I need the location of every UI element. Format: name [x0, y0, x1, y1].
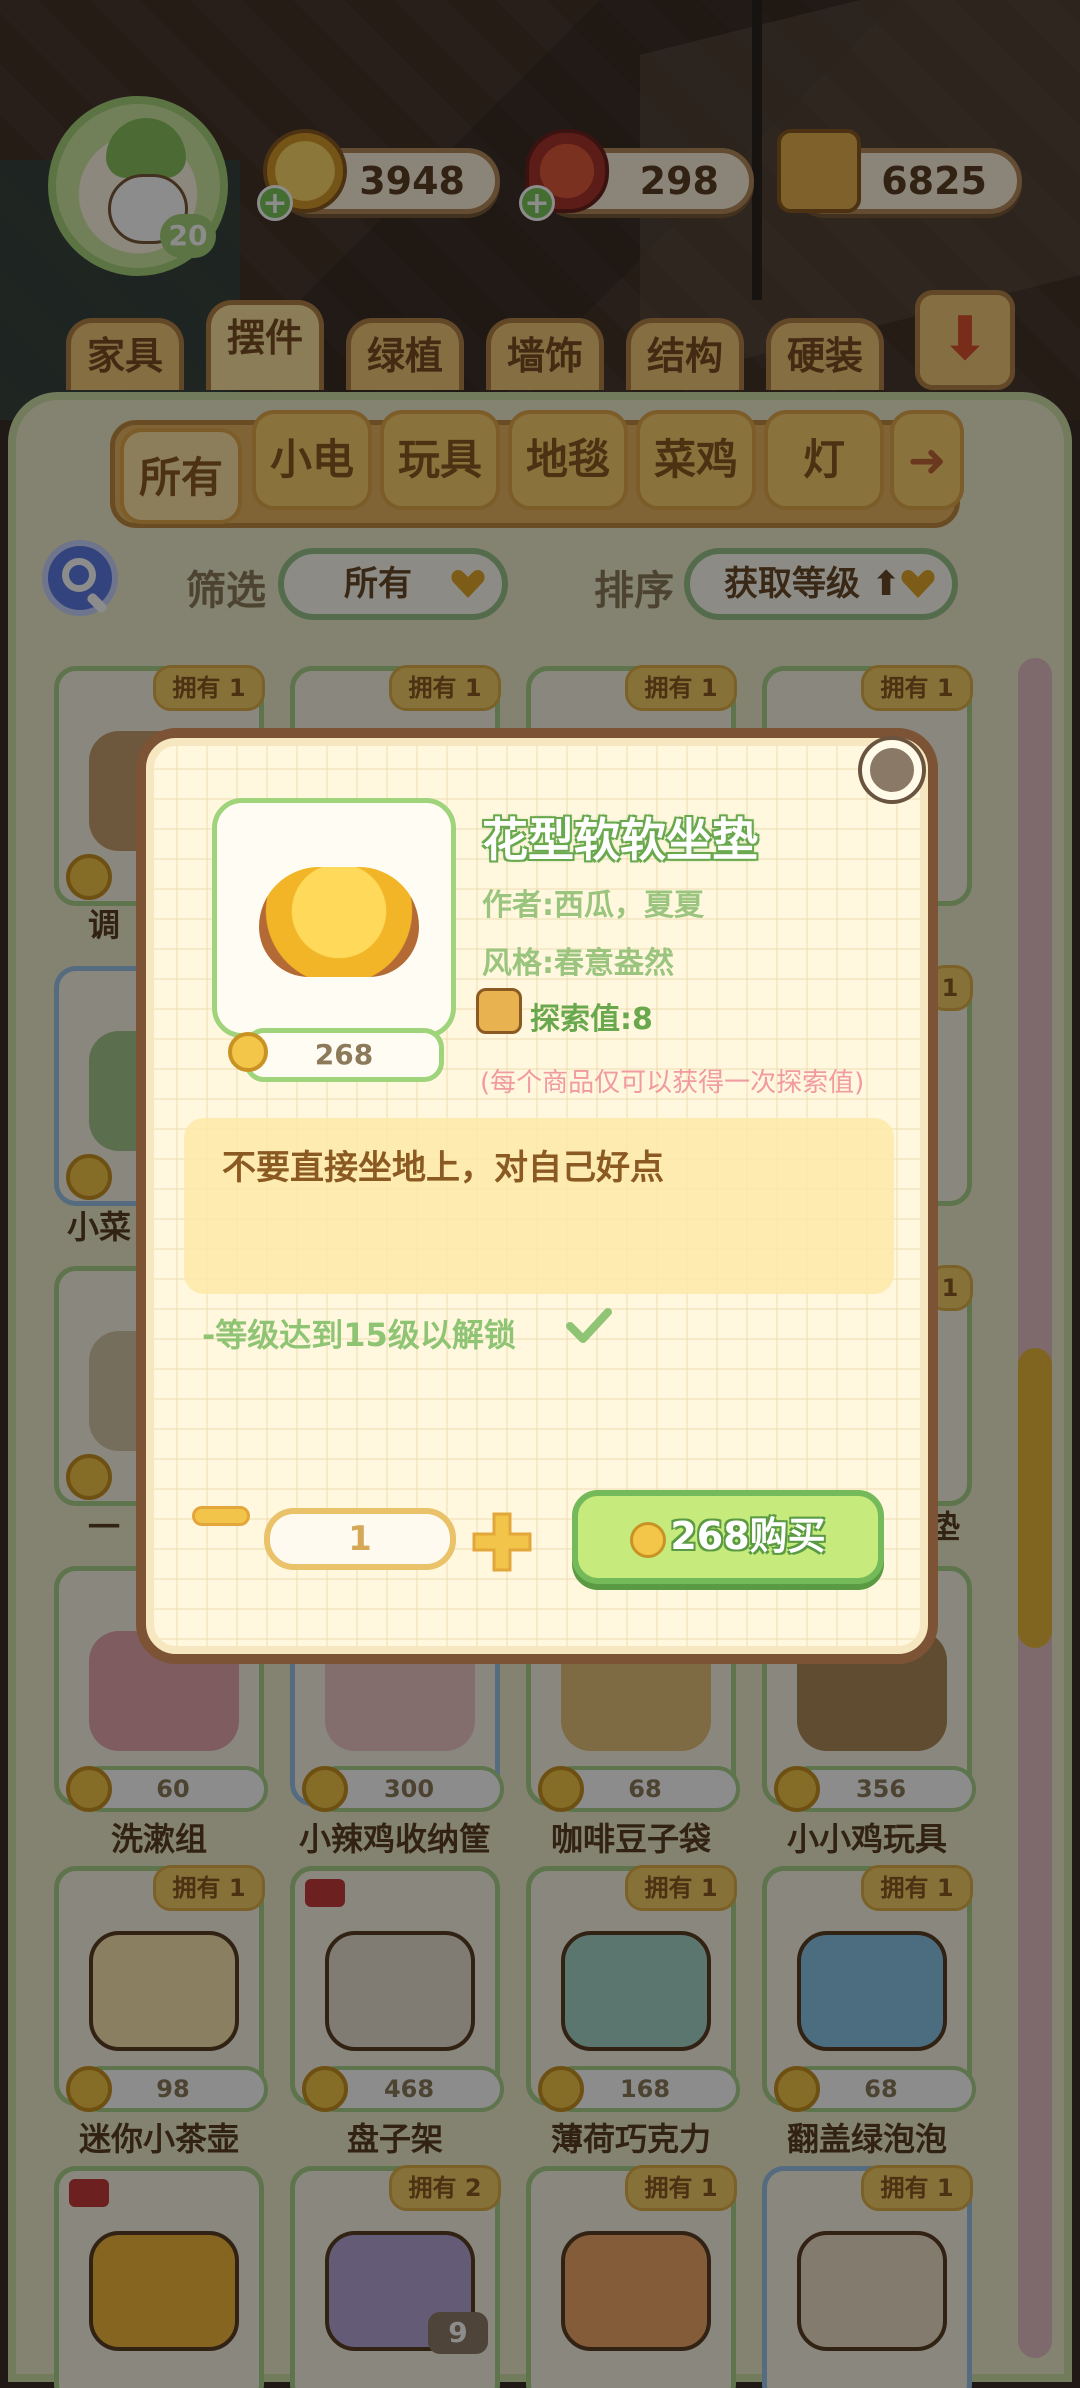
coin-icon	[630, 1522, 666, 1558]
item-title: 花型软软坐垫	[482, 813, 758, 867]
buy-button[interactable]: 268购买	[572, 1490, 884, 1584]
flower-cushion-image	[259, 867, 419, 977]
item-author: 作者:西瓜，夏夏	[482, 888, 704, 923]
item-description: 不要直接坐地上，对自己好点	[222, 1148, 664, 1188]
exploration-book-icon	[476, 988, 522, 1034]
plus-icon	[472, 1512, 532, 1572]
item-preview	[212, 798, 456, 1038]
coin-icon	[228, 1032, 268, 1072]
exploration-note: (每个商品仅可以获得一次探索值)	[480, 1068, 865, 1098]
quantity-input[interactable]: 1	[264, 1508, 456, 1570]
close-button[interactable]	[862, 740, 922, 800]
increase-quantity-button[interactable]	[470, 1510, 534, 1574]
checkmark-icon	[566, 1308, 612, 1343]
decrease-quantity-button[interactable]	[192, 1506, 250, 1526]
exploration-value-text: 探索值:8	[530, 1002, 653, 1037]
item-style: 风格:春意盎然	[482, 946, 674, 981]
item-price: 268	[244, 1028, 444, 1082]
unlock-requirement: -等级达到15级以解锁	[202, 1316, 516, 1354]
